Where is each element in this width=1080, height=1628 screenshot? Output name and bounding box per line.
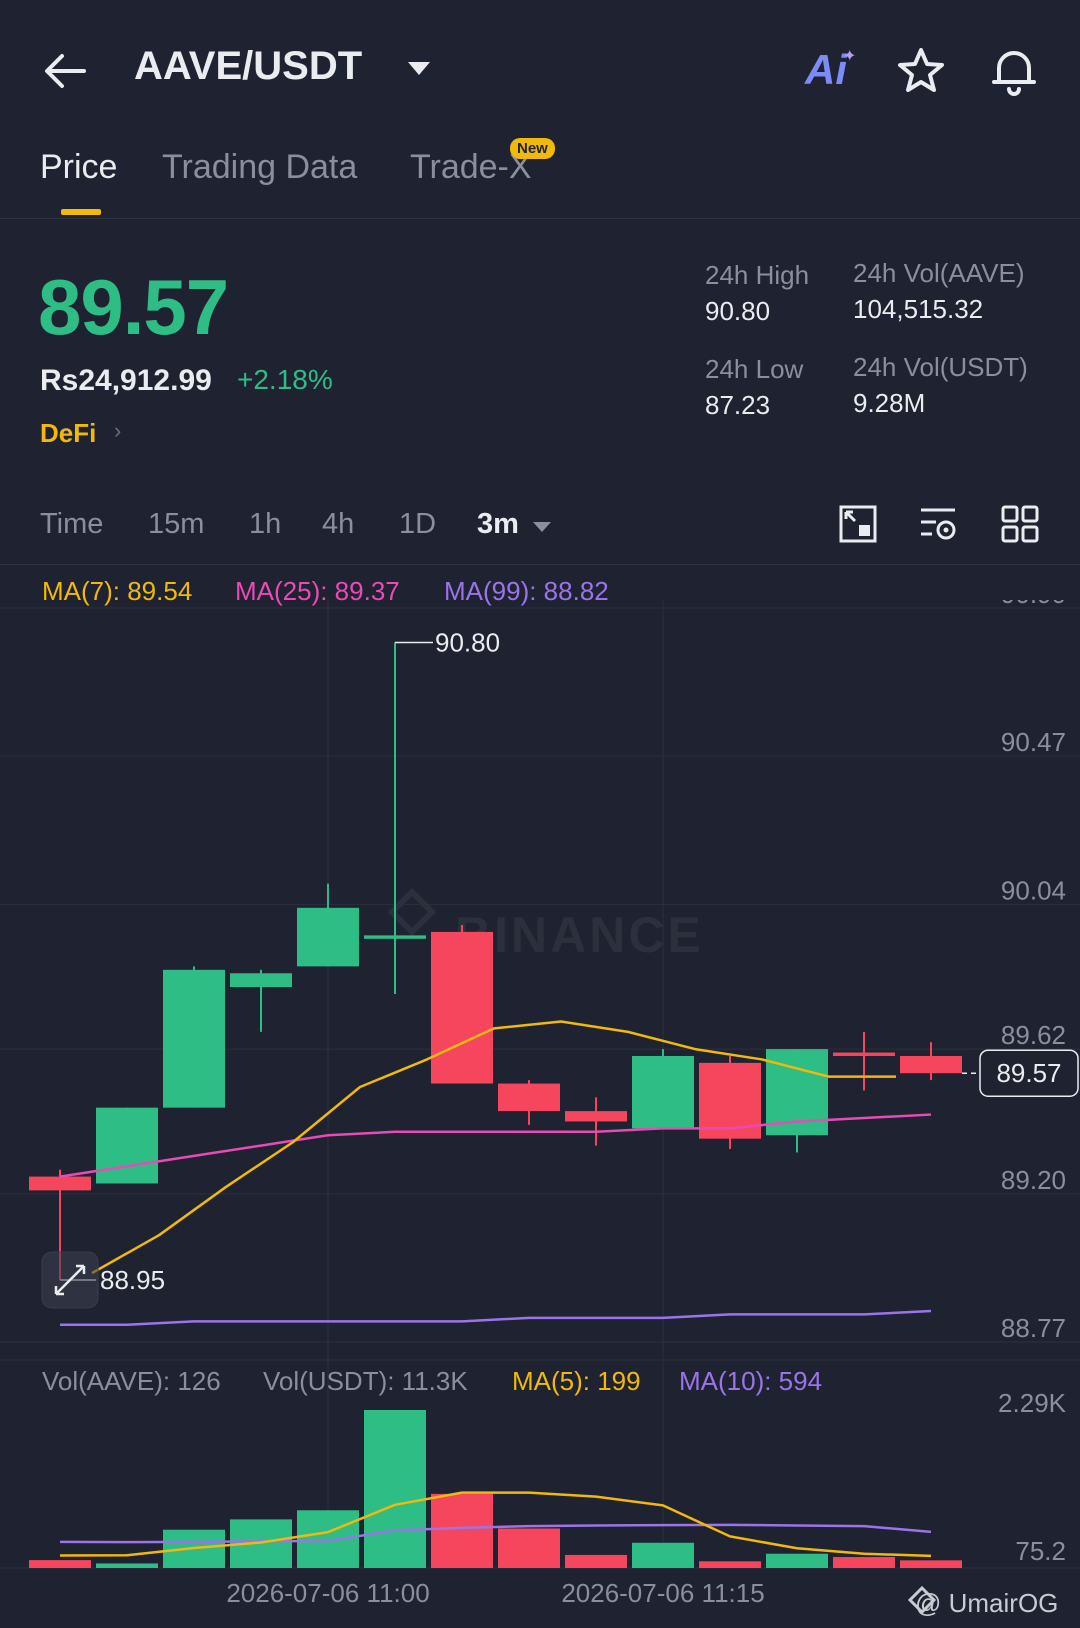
high-label: 24h High [705,260,810,290]
volume-bar [29,1560,91,1568]
low-label: 24h Low [705,354,804,384]
candle-body [29,1176,91,1191]
volume-tick-label: 75.2 [1015,1536,1066,1566]
candle-body [163,969,225,1108]
grid-layout-icon[interactable] [1000,504,1040,544]
active-tab-indicator [61,209,101,215]
binance-logo-watermark-icon [387,887,437,937]
interval-time[interactable]: Time [40,508,103,541]
volume-bar [565,1554,627,1568]
price-tick-label: 90.04 [1001,875,1066,905]
interval-selected[interactable]: 3m [477,508,519,541]
new-badge: New [510,138,555,159]
price-alert-bell-icon[interactable] [990,44,1038,96]
pair-dropdown-icon[interactable] [408,62,430,75]
fiat-price: Rs24,912.99 [40,364,212,397]
volume-bar [766,1553,828,1568]
volume-bar [632,1542,694,1568]
price-change-percent: +2.18% [237,364,333,395]
high-value: 90.80 [705,296,771,326]
vol-aave-legend: Vol(AAVE): 126 [42,1366,221,1396]
candle-body [96,1107,158,1184]
time-axis-label: 2026-07-06 11:00 [226,1578,429,1608]
volume-bar [498,1528,560,1568]
price-tick-label: 88.77 [1001,1313,1066,1343]
chart-top-divider [0,564,1080,565]
tab-price[interactable]: Price [40,148,117,187]
interval-1h[interactable]: 1h [249,508,281,541]
candle-body [632,1055,694,1129]
price-tick-label: 89.20 [1001,1165,1066,1195]
sector-chevron-icon[interactable]: › [114,418,121,444]
volume-bar [364,1410,426,1568]
low-value: 87.23 [705,390,771,420]
current-price-label: 89.57 [996,1058,1061,1088]
candle-body [364,935,426,939]
ma99-line [60,1309,932,1327]
volume-bar [96,1563,158,1568]
volume-bar [699,1561,761,1568]
tabs-divider [0,218,1080,219]
indicator-settings-icon[interactable] [918,504,958,544]
volume-bar [900,1560,962,1568]
volume-bar [297,1510,359,1568]
vol-usdt-value: 9.28M [853,388,926,418]
candle-body [900,1055,962,1074]
credit-label: @ UmairOG [915,1588,1059,1618]
vol-ma10-legend: MA(10): 594 [679,1366,823,1396]
interval-4h[interactable]: 4h [322,508,354,541]
tab-trading-data[interactable]: Trading Data [162,148,357,187]
vol-ma5-legend: MA(5): 199 [512,1366,641,1396]
volume-bar [833,1557,895,1568]
candlestick-chart[interactable]: 90.9090.4790.0489.6289.2088.77BINANCE90.… [0,600,1080,1628]
sector-tag[interactable]: DeFi [40,418,96,449]
price-tick-label: 90.47 [1001,727,1066,757]
candle-body [297,907,359,967]
candle-body [498,1083,560,1112]
favorite-star-icon[interactable] [896,46,946,96]
price-tick-label: 89.62 [1001,1020,1066,1050]
sparkle-icon: ✦ [843,48,857,65]
vol-usdt-label: 24h Vol(USDT) [853,352,1028,382]
vol-aave-label: 24h Vol(AAVE) [853,258,1025,288]
interval-1d[interactable]: 1D [399,508,436,541]
candle-body [230,973,292,988]
volume-tick-label: 2.29K [998,1388,1067,1418]
ai-assistant-icon[interactable]: Ai [805,46,847,94]
back-arrow-icon[interactable] [40,48,90,94]
high-annotation: 90.80 [435,627,500,657]
interval-dropdown-icon[interactable] [533,522,551,532]
price-tick-label: 90.90 [1001,600,1066,609]
low-annotation: 88.95 [100,1265,165,1295]
candle-body [833,1052,895,1056]
volume-bar [431,1493,493,1568]
vol-usdt-legend: Vol(USDT): 11.3K [263,1366,468,1396]
candle-body [565,1111,627,1122]
chart-type-icon[interactable] [838,504,878,544]
vol-aave-value: 104,515.32 [853,294,984,324]
last-price: 89.57 [38,263,229,351]
candle-body [431,931,493,1084]
pair-title[interactable]: AAVE/USDT [134,44,362,89]
time-axis-label: 2026-07-06 11:15 [561,1578,764,1608]
interval-15m[interactable]: 15m [148,508,204,541]
